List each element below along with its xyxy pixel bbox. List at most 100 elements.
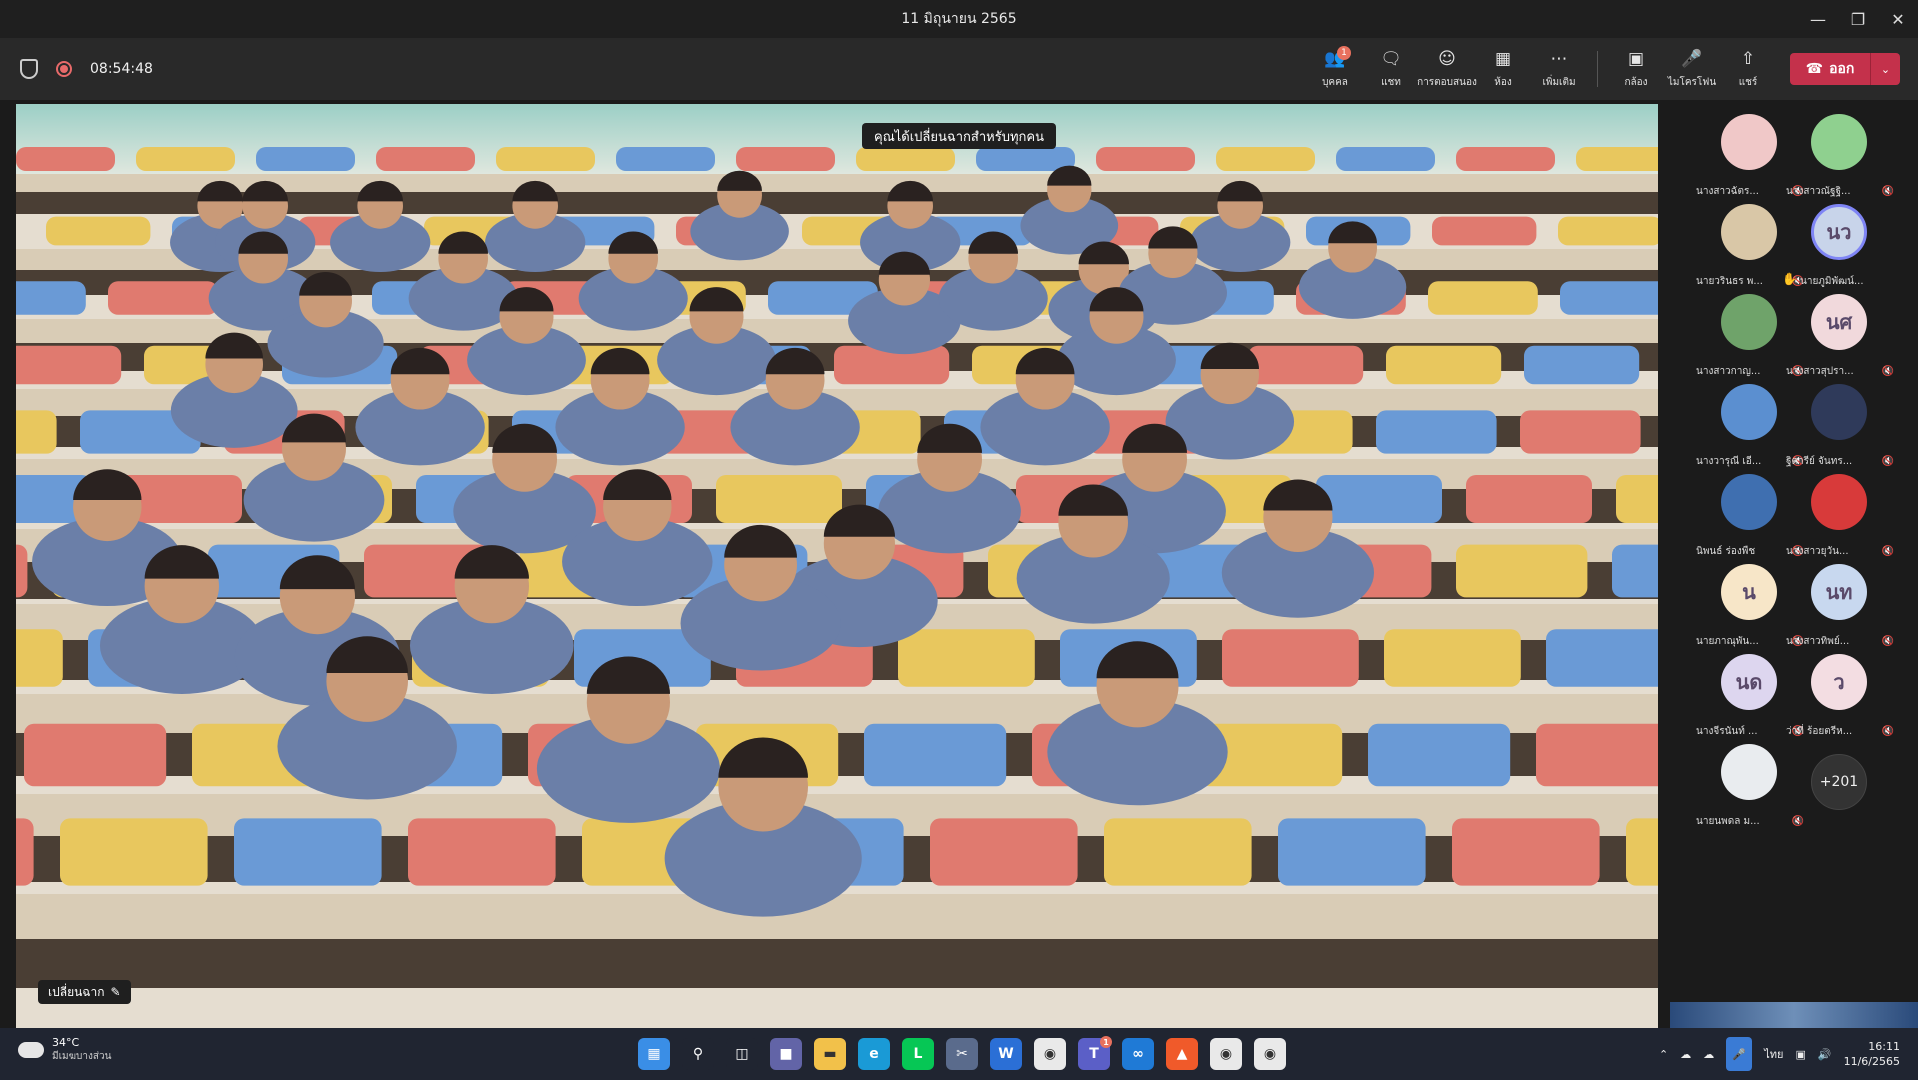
file-explorer-app[interactable]: ▬ [814, 1038, 846, 1070]
seat-back [1558, 216, 1658, 246]
avatar [1721, 114, 1777, 170]
seat-back [1368, 723, 1511, 787]
seat-back [108, 281, 218, 315]
participant-tile[interactable]: นายนพดล ม... 🔇 [1694, 734, 1804, 844]
brave-app[interactable]: ▲ [1166, 1038, 1198, 1070]
leave-button-group[interactable]: ☎ ออก ⌄ [1790, 53, 1900, 85]
title-bar: 11 มิถุนายน 2565 — ❐ ✕ [0, 0, 1918, 38]
start-app[interactable]: ▦ [638, 1038, 670, 1070]
teams-app[interactable]: T1 [1078, 1036, 1112, 1070]
rooms-button[interactable]: ▦ ห้อง [1475, 38, 1531, 100]
mic-button[interactable]: 🎤 ไมโครโฟน [1664, 38, 1720, 100]
leave-options-chevron-icon[interactable]: ⌄ [1870, 53, 1900, 85]
more-label: เพิ่มเติม [1542, 76, 1576, 88]
line-app[interactable]: L [902, 1038, 934, 1070]
teams-chat-app[interactable]: ■ [770, 1038, 802, 1070]
chrome-3-app[interactable]: ◉ [1254, 1038, 1286, 1070]
taskview-icon: ◫ [735, 1046, 749, 1062]
seat-back [1466, 475, 1592, 523]
seat-back [1546, 629, 1658, 687]
chrome-2-app[interactable]: ◉ [1210, 1038, 1242, 1070]
reactions-button[interactable]: ☺ การตอบสนอง [1417, 38, 1477, 100]
search-app[interactable]: ⚲ [682, 1038, 714, 1070]
panel-scroll-strip[interactable] [1670, 1002, 1918, 1028]
taskbar-apps: ▦ ⚲ ◫ ■ ▬ e L ✂ W ◉ T 1 ∞ ▲ ◉ ◉ [638, 1028, 1286, 1080]
chat-button[interactable]: 🗨 แชท [1363, 38, 1419, 100]
weather-temp: 34°C [52, 1036, 80, 1049]
mic-in-use-icon[interactable]: 🎤 [1726, 1037, 1753, 1071]
edge-app[interactable]: e [858, 1038, 890, 1070]
system-tray: ⌃ ☁ ☁ 🎤 ไทย ▣ 🔊 16:11 11/6/2565 [1659, 1028, 1900, 1080]
seat-back [1096, 147, 1195, 171]
window-controls: — ❐ ✕ [1798, 0, 1918, 38]
together-mode-scene [16, 104, 1658, 1028]
webex-app[interactable]: ∞ [1122, 1038, 1154, 1070]
people-button[interactable]: 👥 บุคคล 1 [1307, 38, 1363, 100]
pencil-icon: ✎ [110, 985, 121, 999]
avatar [1721, 384, 1777, 440]
seat-back [16, 410, 57, 454]
monitor-icon[interactable]: ▣ [1795, 1048, 1805, 1061]
chevron-up-icon[interactable]: ⌃ [1659, 1048, 1668, 1061]
avatar: นว [1811, 204, 1867, 260]
rooms-label: ห้อง [1494, 76, 1512, 88]
seat-back [16, 345, 122, 385]
seat-back [16, 629, 63, 687]
chat-label: แชท [1381, 76, 1401, 88]
mic-muted-icon: 🔇 [1791, 816, 1804, 827]
avatar [1721, 744, 1777, 800]
snip-icon: ✂ [956, 1046, 968, 1062]
seat-back [1384, 629, 1521, 687]
reaction-icon: ☺ [1438, 48, 1456, 69]
seat-back [1520, 410, 1641, 454]
change-background-button[interactable]: เปลี่ยนฉาก ✎ [38, 980, 131, 1004]
leave-button[interactable]: ☎ ออก [1790, 53, 1870, 85]
system-clock[interactable]: 16:11 11/6/2565 [1844, 1039, 1900, 1069]
avatar [1811, 114, 1867, 170]
avatar: น [1721, 564, 1777, 620]
seat-back [736, 147, 835, 171]
network-cloud-icon[interactable]: ☁ [1703, 1048, 1714, 1061]
weather-desc: มีเมฆบางส่วน [52, 1051, 112, 1062]
task-view-app[interactable]: ◫ [726, 1038, 758, 1070]
restore-icon[interactable]: ❐ [1838, 0, 1878, 38]
seat-back [16, 281, 86, 315]
seat-back [1524, 345, 1640, 385]
language-indicator[interactable]: ไทย [1764, 1045, 1783, 1063]
seat-back [1248, 345, 1364, 385]
seat-back [376, 147, 475, 171]
mic-muted-icon: 🔇 [1881, 726, 1894, 737]
seat-back [46, 216, 151, 246]
chat-icon: 🗨 [1380, 48, 1402, 69]
close-icon[interactable]: ✕ [1878, 0, 1918, 38]
snipping-app[interactable]: ✂ [946, 1038, 978, 1070]
camera-icon: ▣ [1627, 48, 1645, 69]
seat-back [1216, 147, 1315, 171]
share-button[interactable]: ⇧ แชร์ [1720, 38, 1776, 100]
avatar-initials: ว [1833, 670, 1845, 694]
more-participants-button[interactable]: +201 [1811, 754, 1867, 810]
seat-back [24, 723, 167, 787]
avatar: นด [1721, 654, 1777, 710]
people-badge: 1 [1337, 46, 1351, 60]
more-button[interactable]: ⋯ เพิ่มเติม [1531, 38, 1587, 100]
word-app[interactable]: W [990, 1038, 1022, 1070]
weather-widget[interactable]: 34°C มีเมฆบางส่วน [14, 1036, 112, 1064]
seat-back [930, 818, 1078, 886]
clock-date: 11/6/2565 [1843, 1055, 1900, 1068]
seat-back [1222, 629, 1359, 687]
leave-label: ออก [1829, 61, 1855, 77]
seat-back [1616, 475, 1658, 523]
teams-badge: 1 [1100, 1036, 1112, 1048]
seat-back [1626, 818, 1658, 886]
meeting-timer: 08:54:48 [90, 61, 153, 77]
chrome-app[interactable]: ◉ [1034, 1038, 1066, 1070]
volume-icon[interactable]: 🔊 [1818, 1048, 1832, 1061]
shield-icon[interactable] [20, 59, 38, 79]
minimize-icon[interactable]: — [1798, 0, 1838, 38]
people-label: บุคคล [1322, 76, 1348, 88]
camera-button[interactable]: ▣ กล้อง [1608, 38, 1664, 100]
onedrive-icon[interactable]: ☁ [1680, 1048, 1691, 1061]
seat-back [16, 544, 28, 598]
window-title: 11 มิถุนายน 2565 [901, 11, 1017, 27]
